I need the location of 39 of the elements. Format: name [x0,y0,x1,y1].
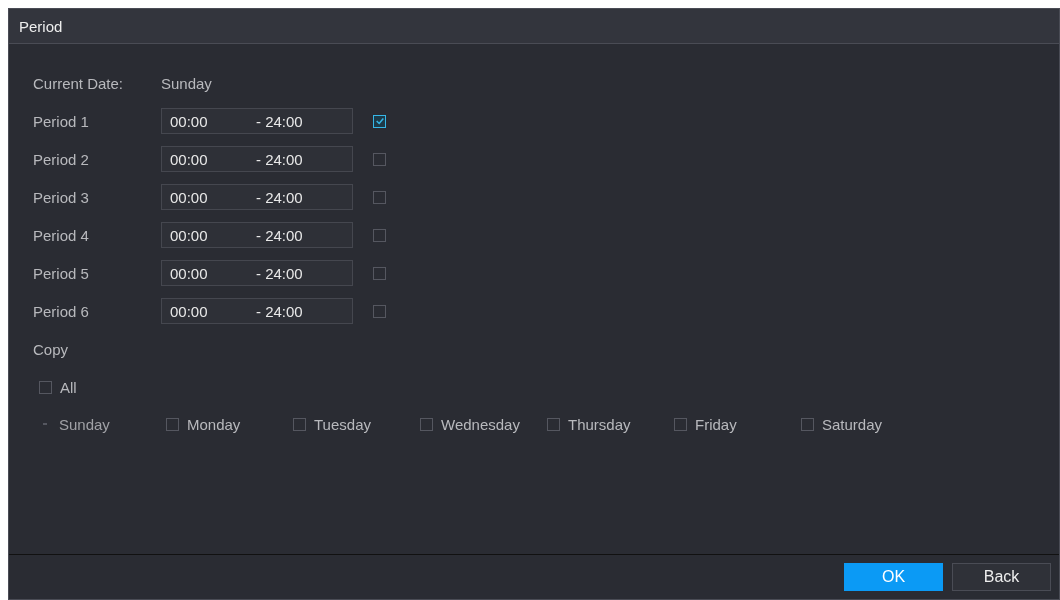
section-label: Copy [33,340,70,358]
checkbox[interactable] [293,417,306,431]
period-label: Period 6 [33,302,90,320]
time-range-field[interactable]: 00:00 - 24:00 [161,298,353,324]
period-label: Period 5 [33,264,90,282]
checkbox[interactable] [801,417,814,431]
checkbox-label: Friday [695,415,737,433]
period-label: Period 3 [33,188,90,206]
checkbox-label: Wednesday [441,415,520,433]
checkbox[interactable] [420,417,433,431]
checkbox-label: Saturday [822,415,883,433]
period-label: Period 1 [33,112,90,130]
window-title: Period [19,17,63,35]
time-range-field[interactable]: 00:00 - 24:00 [161,222,353,248]
checkbox[interactable] [166,417,179,431]
checkbox[interactable] [674,417,687,431]
time-range-field[interactable]: 00:00 - 24:00 [161,108,353,134]
time-range-field[interactable]: 00:00 - 24:00 [161,146,353,172]
checkbox-label: Monday [187,415,241,433]
checkbox[interactable] [373,228,386,242]
checkbox-label: Sunday [59,415,110,433]
checkbox[interactable] [39,380,52,394]
period-label: Period 4 [33,226,90,244]
disabled-checkbox-mark [43,423,47,425]
checkbox[interactable] [373,114,386,128]
period-label: Period 2 [33,150,90,168]
time-range-field[interactable]: 00:00 - 24:00 [161,184,353,210]
checkbox[interactable] [547,417,560,431]
checkbox[interactable] [373,152,386,166]
checkbox-label: Thursday [568,415,631,433]
checkbox[interactable] [373,304,386,318]
time-range-field[interactable]: 00:00 - 24:00 [161,260,353,286]
checkbox[interactable] [373,266,386,280]
checkbox-label: All [60,378,77,396]
back-button[interactable]: Back [952,563,1051,591]
field-label: Current Date: [33,74,125,92]
current-date-value: Sunday [161,74,212,92]
checkbox-label: Tuesday [314,415,371,433]
checkbox[interactable] [373,190,386,204]
